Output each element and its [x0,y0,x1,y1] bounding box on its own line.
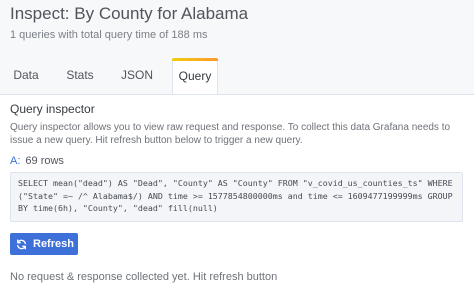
header-divider [0,94,474,95]
query-inspector-title: Query inspector [10,102,95,116]
tab-data[interactable]: Data [6,58,46,95]
tab-stats[interactable]: Stats [58,58,102,95]
refresh-button-label: Refresh [33,238,74,250]
tab-query[interactable]: Query [172,58,218,95]
refresh-button[interactable]: Refresh [10,233,78,255]
raw-query-text[interactable]: SELECT mean("dead") AS "Dead", "County" … [10,172,463,222]
inspect-header: Inspect: By County for Alabama 1 queries… [0,0,474,95]
query-ref-id: A: [10,155,21,167]
tab-json[interactable]: JSON [114,58,160,95]
empty-state-message: No request & response collected yet. Hit… [10,271,278,283]
inspect-tabs: Data Stats JSON Query [0,58,474,95]
page-title: Inspect: By County for Alabama [10,4,249,23]
query-inspector-description: Query inspector allows you to view raw r… [10,122,451,146]
sync-icon [17,239,26,249]
page-subtitle: 1 queries with total query time of 188 m… [10,29,208,41]
query-row-count: 69 rows [25,155,64,167]
query-result-summary: A: 69 rows [10,155,64,167]
